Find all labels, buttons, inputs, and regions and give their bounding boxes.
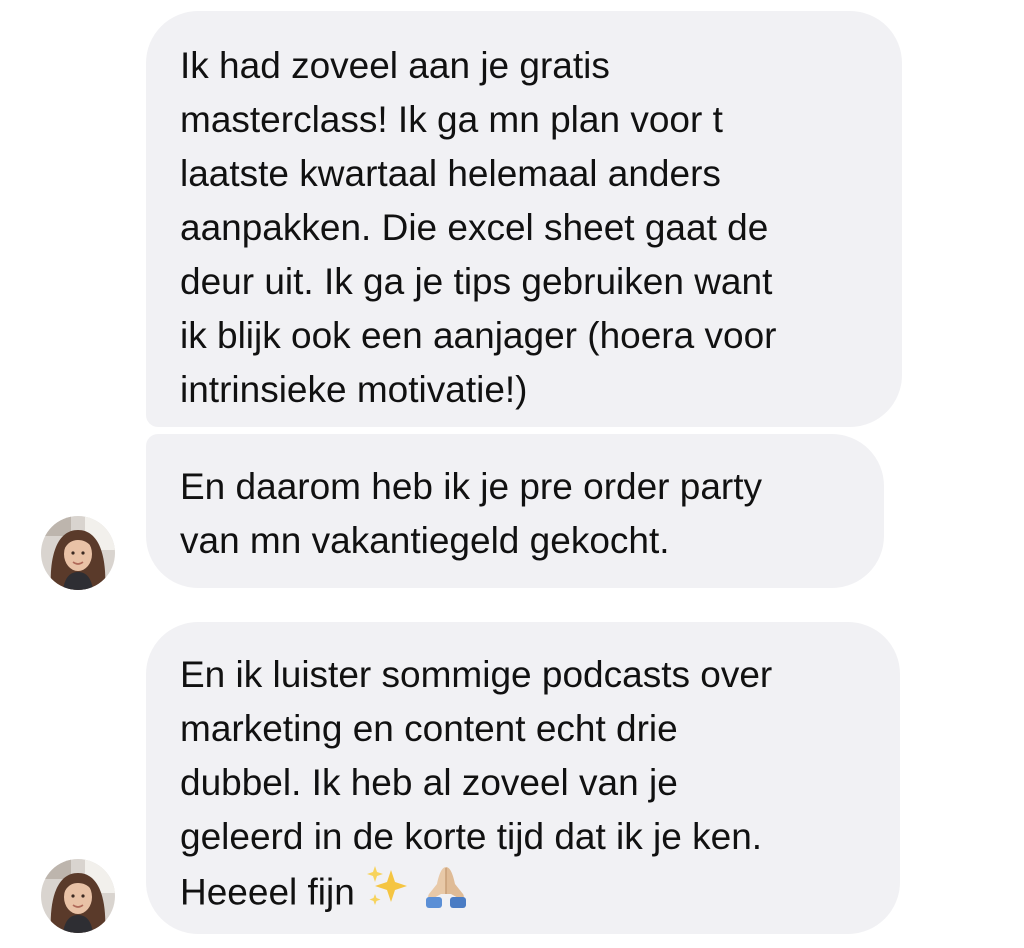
- avatar-photo-icon: [41, 516, 115, 590]
- message-text-line: geleerd in de korte tijd dat ik je ken.: [180, 816, 763, 857]
- message-text-line: marketing en content echt drie: [180, 708, 678, 749]
- message-text-line: En daarom heb ik je pre order party: [180, 466, 763, 507]
- message-bubble[interactable]: Ik had zoveel aan je gratis masterclass!…: [146, 11, 902, 427]
- message-text-line: ik blijk ook een aanjager (hoera voor: [180, 315, 777, 356]
- message-text-line: laatste kwartaal helemaal anders: [180, 153, 721, 194]
- message-text-line: Heeeel fijn: [180, 871, 355, 913]
- sender-avatar[interactable]: [41, 516, 115, 590]
- message-text-line: En ik luister sommige podcasts over: [180, 654, 773, 695]
- message-text-line: deur uit. Ik ga je tips gebruiken want: [180, 261, 773, 302]
- message-last-line: Heeeel fijn: [180, 864, 870, 925]
- avatar-photo-icon: [41, 859, 115, 933]
- message-text-line: Ik had zoveel aan je gratis: [180, 45, 610, 86]
- message-bubble[interactable]: En ik luister sommige podcasts over mark…: [146, 622, 900, 934]
- sparkles-emoji: [365, 864, 411, 925]
- message-text-line: van mn vakantiegeld gekocht.: [180, 520, 670, 561]
- message-bubble[interactable]: En daarom heb ik je pre order party van …: [146, 434, 884, 588]
- folded-hands-emoji: [421, 864, 471, 925]
- message-text-line: masterclass! Ik ga mn plan voor t: [180, 99, 723, 140]
- message-text-line: dubbel. Ik heb al zoveel van je: [180, 762, 678, 803]
- message-text-line: intrinsieke motivatie!): [180, 369, 528, 410]
- message-text-line: aanpakken. Die excel sheet gaat de: [180, 207, 769, 248]
- sender-avatar[interactable]: [41, 859, 115, 933]
